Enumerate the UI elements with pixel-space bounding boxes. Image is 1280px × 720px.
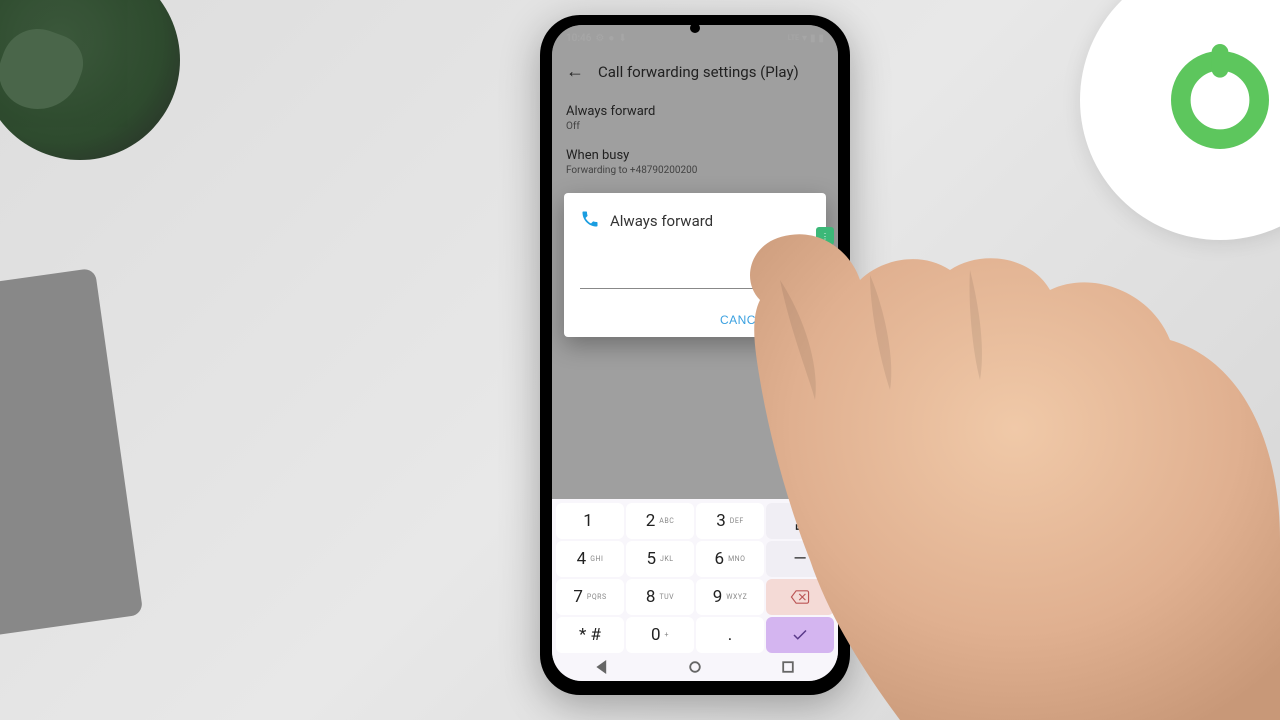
number-input[interactable]: [580, 261, 810, 289]
key-dot[interactable]: .: [696, 617, 764, 653]
key-8[interactable]: 8TUV: [626, 579, 694, 615]
dialog-badge-icon: ⋮: [816, 227, 834, 245]
dialog-title: Always forward: [610, 212, 713, 230]
key-5[interactable]: 5JKL: [626, 541, 694, 577]
phone-icon: [580, 209, 600, 233]
key-backspace[interactable]: [766, 579, 834, 615]
number-keypad: 1 2ABC 3DEF ␣ 4GHI 5JKL 6MNO — 7PQRS 8TU…: [552, 499, 838, 681]
key-3[interactable]: 3DEF: [696, 503, 764, 539]
nav-home-icon[interactable]: [686, 658, 704, 676]
key-7[interactable]: 7PQRS: [556, 579, 624, 615]
phone-frame: 10:46 ⚙ ● ⬇ LTE ▾ ▮ ▮ ← Call forwarding …: [540, 15, 850, 695]
nav-back-icon[interactable]: [593, 658, 611, 676]
logo-pad: [1080, 0, 1280, 240]
laptop-corner: [0, 268, 143, 642]
key-4[interactable]: 4GHI: [556, 541, 624, 577]
cancel-button[interactable]: CANCEL: [720, 313, 772, 327]
key-confirm[interactable]: [766, 617, 834, 653]
ok-button[interactable]: OK: [792, 313, 810, 327]
key-1[interactable]: 1: [556, 503, 624, 539]
key-star-hash[interactable]: * #: [556, 617, 624, 653]
plant-decor: [0, 0, 180, 160]
key-0[interactable]: 0+: [626, 617, 694, 653]
key-space[interactable]: ␣: [766, 503, 834, 539]
phone-screen: 10:46 ⚙ ● ⬇ LTE ▾ ▮ ▮ ← Call forwarding …: [552, 25, 838, 681]
key-9[interactable]: 9WXYZ: [696, 579, 764, 615]
key-dash[interactable]: —: [766, 541, 834, 577]
camera-notch: [690, 23, 700, 33]
key-6[interactable]: 6MNO: [696, 541, 764, 577]
always-forward-dialog: ⋮ Always forward CANCEL OK: [564, 193, 826, 337]
system-nav-bar: [556, 653, 834, 681]
nav-recent-icon[interactable]: [779, 658, 797, 676]
key-2[interactable]: 2ABC: [626, 503, 694, 539]
